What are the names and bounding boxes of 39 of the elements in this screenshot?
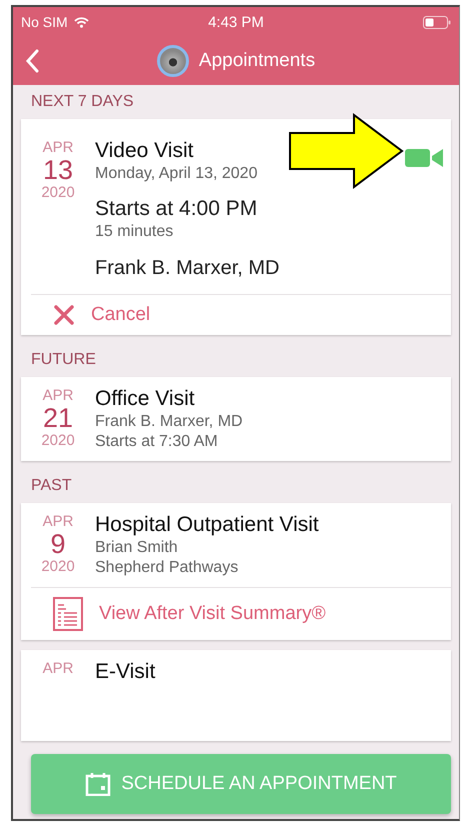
visit-detail: Shepherd Pathways — [95, 559, 240, 577]
section-heading: NEXT 7 DAYS — [30, 92, 135, 112]
visit-title: Video Visit — [95, 139, 194, 163]
close-icon — [53, 304, 75, 326]
document-icon — [53, 597, 83, 631]
avatar-icon[interactable] — [156, 45, 189, 77]
back-icon[interactable] — [25, 49, 39, 73]
battery-icon — [423, 16, 451, 28]
wifi-icon — [74, 16, 89, 28]
video-camera-icon[interactable] — [405, 147, 443, 169]
appointment-card[interactable]: APR E-Visit — [21, 650, 451, 741]
date-month: APR — [42, 660, 74, 677]
calendar-icon — [85, 772, 112, 796]
visit-detail: Starts at 7:30 AM — [95, 433, 219, 451]
summary-link[interactable]: View After Visit Summary® — [31, 587, 451, 640]
date-day: 21 — [42, 404, 74, 432]
date-month: APR — [42, 513, 74, 530]
visit-detail: Frank B. Marxer, MD — [95, 413, 243, 431]
cancel-link[interactable]: Cancel — [31, 294, 451, 335]
date-month: APR — [42, 139, 74, 156]
visit-detail: Monday, April 13, 2020 — [95, 165, 258, 183]
date-year: 2020 — [41, 432, 75, 450]
date-month: APR — [42, 387, 74, 404]
section-heading: PAST — [30, 476, 73, 496]
visit-title: E-Visit — [95, 660, 156, 684]
visit-title: Hospital Outpatient Visit — [95, 513, 319, 537]
section-heading: FUTURE — [30, 350, 97, 370]
visit-duration: 15 minutes — [95, 223, 174, 241]
screen-title: Appointments — [198, 50, 316, 72]
visit-detail: Brian Smith — [95, 539, 179, 557]
date-day: 9 — [50, 530, 66, 558]
carrier-text: No SIM — [21, 14, 68, 30]
visit-title: Office Visit — [95, 387, 196, 411]
clock-time: 4:43 PM — [208, 14, 264, 30]
date-day: 13 — [42, 156, 74, 184]
provider-name: Frank B. Marxer, MD — [95, 257, 280, 280]
start-time: Starts at 4:00 PM — [95, 197, 258, 221]
date-year: 2020 — [41, 184, 75, 202]
date-year: 2020 — [41, 558, 75, 576]
